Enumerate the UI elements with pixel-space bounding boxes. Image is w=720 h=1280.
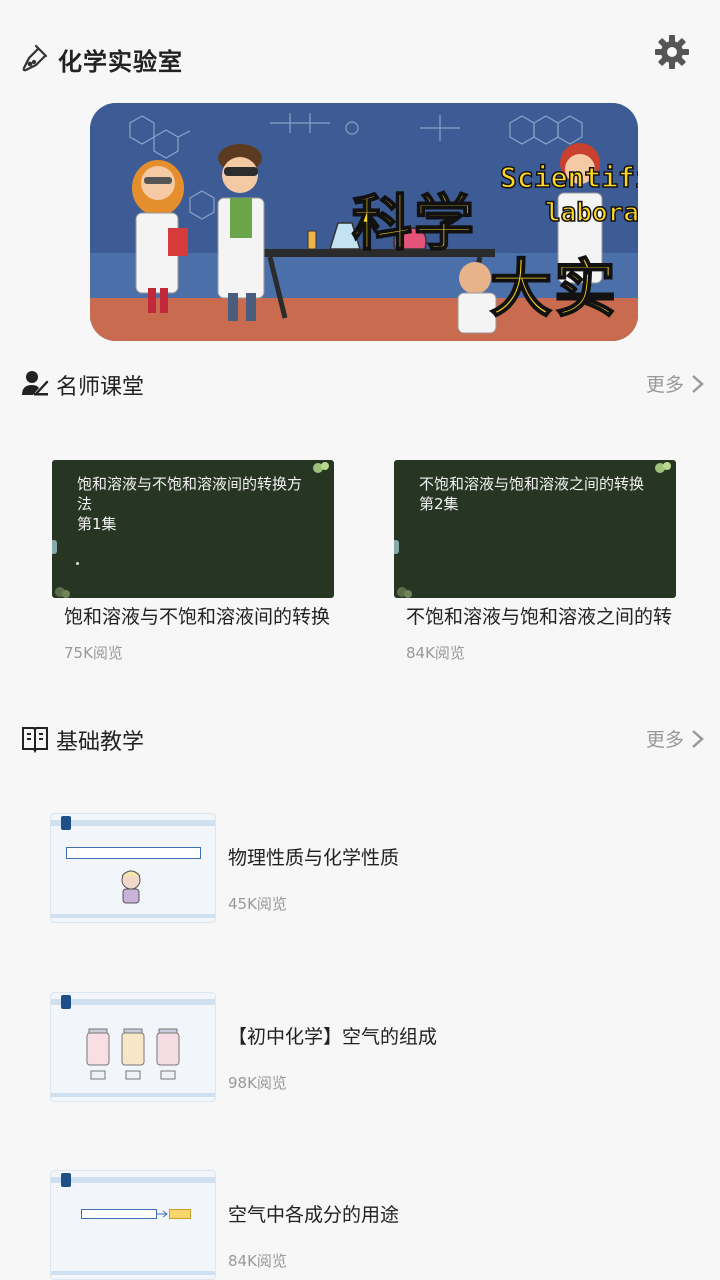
arrow-right-icon (157, 1210, 168, 1218)
leaf-decoration-icon (655, 462, 671, 473)
lesson-views: 84K阅览 (228, 1252, 287, 1270)
leaf-decoration-icon (397, 587, 412, 598)
thumb-bottom-line (51, 1271, 215, 1275)
teacher-card[interactable]: 饱和溶液与不饱和溶液间的转换方法 第1集 饱和溶液与不饱和溶液间的转换 75K阅… (52, 460, 334, 670)
thumb-bottom-line (51, 1093, 215, 1097)
lesson-thumbnail (50, 992, 216, 1102)
basic-more-link[interactable]: 更多 (646, 725, 706, 752)
cartoon-icon (121, 870, 141, 904)
thumb-highlight-box (169, 1209, 191, 1219)
lesson-item[interactable]: 物理性质与化学性质 45K阅览 (50, 813, 690, 923)
teacher-more-label: 更多 (645, 374, 684, 396)
teacher-icon (22, 371, 49, 396)
lesson-item[interactable]: 空气中各成分的用途 84K阅览 (50, 1170, 690, 1280)
board-text: 饱和溶液与不饱和溶液间的转换方法 第1集 (77, 475, 303, 533)
board-clip (52, 540, 57, 554)
teacher-more-link[interactable]: 更多 (646, 370, 706, 397)
banner-subtitle-2: laboratory (544, 197, 638, 229)
chevron-right-icon (692, 729, 704, 748)
thumb-caption-box (66, 847, 201, 859)
book-icon (22, 727, 48, 753)
status-bar (0, 0, 720, 8)
lesson-views: 98K阅览 (228, 1074, 287, 1092)
video-thumbnail: 饱和溶液与不饱和溶液间的转换方法 第1集 (52, 460, 334, 598)
basic-section-header: 基础教学 更多 (0, 719, 720, 759)
lesson-thumbnail (50, 813, 216, 923)
banner-subtitle-1: Scientific (499, 160, 638, 195)
lesson-thumbnail (50, 1170, 216, 1280)
basic-more-label: 更多 (645, 729, 684, 751)
chevron-right-icon (692, 374, 704, 393)
teacher-section-header: 名师课堂 更多 (0, 364, 720, 404)
banner[interactable]: 科学 Scientific laboratory 大实验 (90, 103, 638, 341)
leaf-decoration-icon (55, 587, 70, 598)
board-dot (76, 562, 79, 565)
basic-section-title: 基础教学 (56, 730, 145, 755)
thumb-bar (51, 820, 215, 826)
board-clip (394, 540, 399, 554)
thumb-tag (61, 816, 71, 830)
lesson-title: 空气中各成分的用途 (228, 1204, 400, 1226)
banner-title-secondary: 大实验 (489, 251, 619, 326)
app-header: 化学实验室 (0, 30, 720, 86)
thumb-bar (51, 1177, 215, 1183)
thumb-tag (61, 1173, 71, 1187)
card-views: 75K阅览 (64, 644, 123, 662)
app-title: 化学实验室 (58, 48, 183, 76)
video-thumbnail: 不饱和溶液与饱和溶液之间的转换 第2集 (394, 460, 676, 598)
card-views: 84K阅览 (406, 644, 465, 662)
card-title: 不饱和溶液与饱和溶液之间的转 (406, 606, 673, 628)
lesson-title: 物理性质与化学性质 (228, 847, 400, 869)
gear-icon[interactable] (652, 32, 692, 72)
thumb-caption-box (81, 1209, 157, 1219)
lesson-views: 45K阅览 (228, 895, 287, 913)
flask-icon (22, 44, 48, 72)
thumb-bar (51, 999, 215, 1005)
leaf-decoration-icon (313, 462, 329, 473)
gas-jars-icon (86, 1028, 180, 1080)
teacher-card[interactable]: 不饱和溶液与饱和溶液之间的转换 第2集 不饱和溶液与饱和溶液之间的转 84K阅览 (394, 460, 676, 670)
lesson-item[interactable]: 【初中化学】空气的组成 98K阅览 (50, 992, 690, 1102)
card-title: 饱和溶液与不饱和溶液间的转换 (64, 606, 331, 628)
thumb-tag (61, 995, 71, 1009)
lesson-title: 【初中化学】空气的组成 (228, 1026, 438, 1048)
banner-title-main: 科学 (351, 188, 476, 260)
board-text: 不饱和溶液与饱和溶液之间的转换 第2集 (419, 475, 645, 513)
teacher-section-title: 名师课堂 (56, 375, 145, 400)
thumb-bottom-line (51, 914, 215, 918)
